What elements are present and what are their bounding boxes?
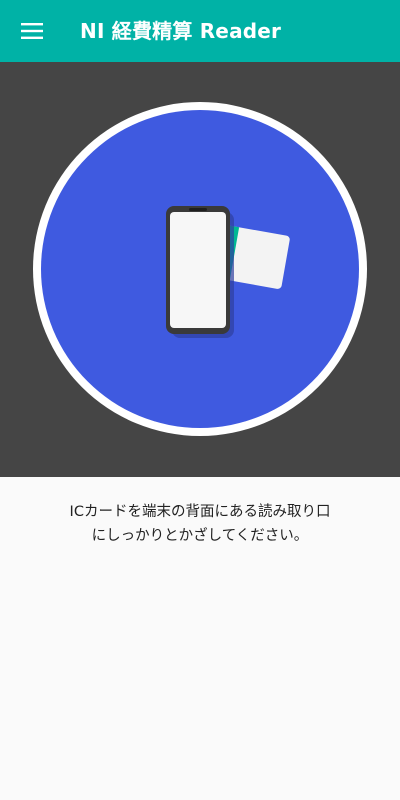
instruction-line-1: ICカードを端末の背面にある読み取り口 (69, 504, 331, 520)
smartphone-screen (170, 212, 226, 328)
app-title: NI 経費精算 Reader (80, 19, 282, 43)
menu-button[interactable] (12, 11, 52, 51)
phone-tap-ic-card-icon (33, 102, 367, 436)
app-bar: NI 経費精算 Reader (0, 0, 400, 62)
instruction-line-2: にしっかりとかざしてください。 (91, 528, 309, 544)
nfc-illustration-panel (0, 62, 400, 477)
instruction-text: ICカードを端末の背面にある読み取り口 にしっかりとかざしてください。 (20, 500, 380, 548)
hamburger-menu-icon (21, 23, 43, 39)
